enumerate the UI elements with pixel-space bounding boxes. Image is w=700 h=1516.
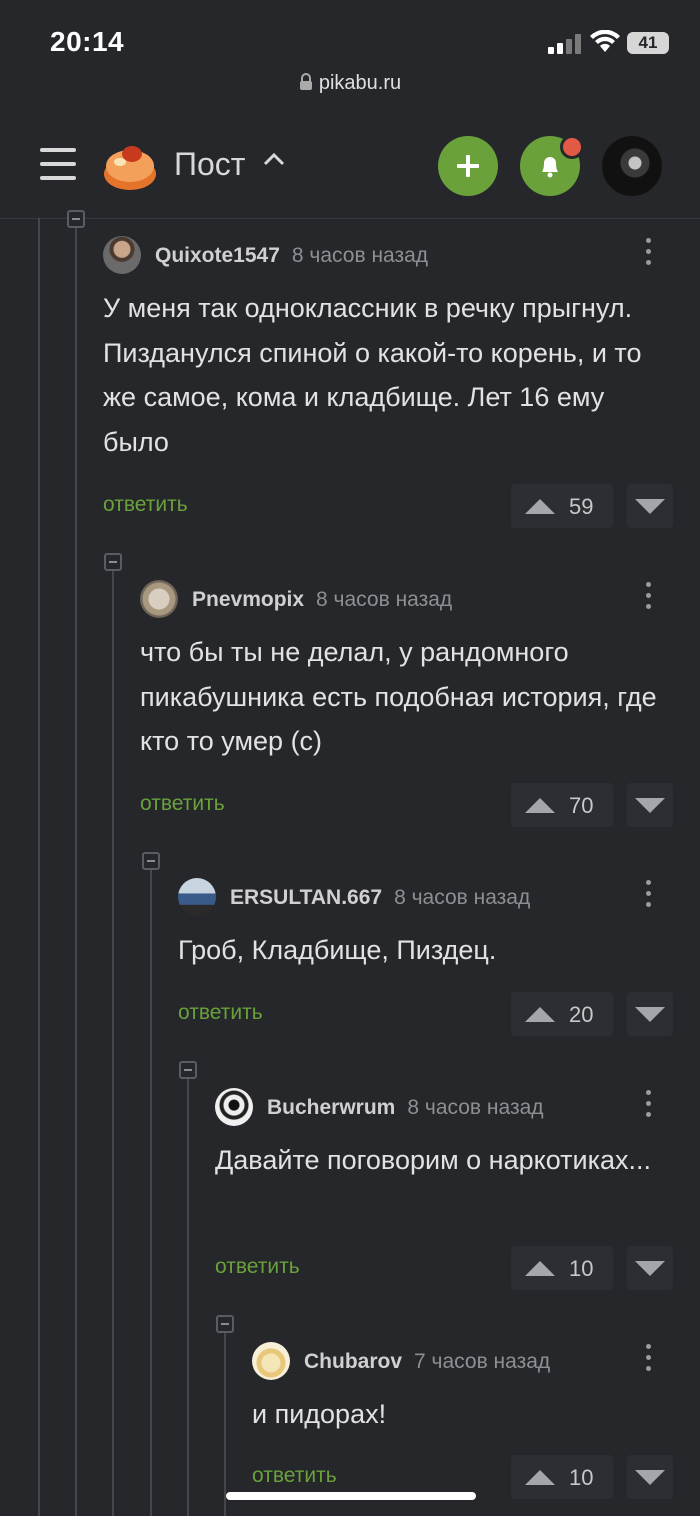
collapse-toggle[interactable] <box>104 553 122 571</box>
arrow-up-icon <box>525 1261 555 1276</box>
plus-icon <box>457 155 479 177</box>
comment: Bucherwrum 8 часов назад Давайте поговори… <box>215 1088 675 1183</box>
upvote-button[interactable]: 20 <box>511 992 613 1036</box>
reply-link[interactable]: ответить <box>252 1464 337 1488</box>
comment-time[interactable]: 8 часов назад <box>292 244 428 267</box>
comment-text: Давайте поговорим о наркотиках... <box>215 1145 652 1175</box>
upvote-button[interactable]: 10 <box>511 1455 613 1499</box>
reply-link[interactable]: ответить <box>178 1001 263 1025</box>
cellular-signal-icon <box>548 34 581 54</box>
comment-rating: 10 <box>569 1465 594 1490</box>
status-bar: 20:14 41 <box>0 0 700 70</box>
reply-link[interactable]: ответить <box>140 792 225 816</box>
downvote-button[interactable] <box>627 484 673 528</box>
arrow-up-icon <box>525 1007 555 1022</box>
comment-rating: 20 <box>569 1002 594 1027</box>
arrow-up-icon <box>525 1470 555 1485</box>
comment-rating: 70 <box>569 793 594 818</box>
comment-text: Гроб, Кладбище, Пиздец. <box>178 935 497 965</box>
comment: Pnevmopix 8 часов назад что бы ты не дела… <box>140 580 675 764</box>
comment-text: что бы ты не делал, у рандомного пикабуш… <box>140 637 657 756</box>
arrow-up-icon <box>525 499 555 514</box>
commenter-avatar[interactable] <box>252 1342 290 1380</box>
commenter-avatar[interactable] <box>178 878 216 916</box>
reply-link[interactable]: ответить <box>215 1255 300 1279</box>
wifi-icon <box>590 30 620 52</box>
comment-actions: ответить 10 <box>215 1246 673 1290</box>
thread-line[interactable] <box>112 570 114 1516</box>
thread-line[interactable] <box>75 218 77 1516</box>
upvote-button[interactable]: 10 <box>511 1246 613 1290</box>
comment-time[interactable]: 8 часов назад <box>316 588 452 611</box>
more-options-icon[interactable] <box>646 880 654 913</box>
thread-line[interactable] <box>38 218 40 1516</box>
commenter-avatar[interactable] <box>140 580 178 618</box>
user-avatar[interactable] <box>602 136 662 196</box>
comment: Chubarov 7 часов назад и пидорах! <box>252 1342 675 1437</box>
arrow-down-icon <box>635 499 665 514</box>
thread-line[interactable] <box>150 868 152 1516</box>
app-header: Пост <box>0 118 700 219</box>
comment-text: и пидорах! <box>252 1399 387 1429</box>
comment: Quixote1547 8 часов назад У меня так одно… <box>103 236 675 464</box>
notifications-button[interactable] <box>520 135 584 196</box>
more-options-icon[interactable] <box>646 1344 654 1377</box>
chevron-up-icon[interactable] <box>263 152 285 166</box>
status-time: 20:14 <box>50 26 125 57</box>
comment-actions: ответить 20 <box>178 992 673 1036</box>
reply-link[interactable]: ответить <box>103 493 188 517</box>
commenter-avatar[interactable] <box>215 1088 253 1126</box>
comment-time[interactable]: 8 часов назад <box>394 886 530 909</box>
lock-icon <box>299 73 312 90</box>
downvote-button[interactable] <box>627 1246 673 1290</box>
comment-rating: 59 <box>569 494 594 519</box>
arrow-down-icon <box>635 1470 665 1485</box>
browser-url-bar[interactable]: pikabu.ru <box>0 72 700 95</box>
arrow-down-icon <box>635 1261 665 1276</box>
collapse-toggle[interactable] <box>67 210 85 228</box>
more-options-icon[interactable] <box>646 582 654 615</box>
comment-text: У меня так одноклассник в речку прыгнул.… <box>103 293 642 457</box>
more-options-icon[interactable] <box>646 1090 654 1123</box>
upvote-button[interactable]: 70 <box>511 783 613 827</box>
commenter-avatar[interactable] <box>103 236 141 274</box>
comment-username[interactable]: Bucherwrum <box>267 1096 395 1119</box>
notification-dot <box>560 135 584 159</box>
downvote-button[interactable] <box>627 1455 673 1499</box>
comment-time[interactable]: 7 часов назад <box>414 1350 550 1373</box>
comment-actions: ответить 59 <box>103 484 673 528</box>
comment-username[interactable]: ERSULTAN.667 <box>230 886 382 909</box>
arrow-down-icon <box>635 798 665 813</box>
pikabu-logo-icon[interactable] <box>102 140 158 192</box>
upvote-button[interactable]: 59 <box>511 484 613 528</box>
comment-rating: 10 <box>569 1256 594 1281</box>
more-options-icon[interactable] <box>646 238 654 271</box>
url-text: pikabu.ru <box>318 72 402 94</box>
arrow-up-icon <box>525 798 555 813</box>
collapse-toggle[interactable] <box>216 1315 234 1333</box>
thread-line[interactable] <box>224 1332 226 1516</box>
comment-username[interactable]: Quixote1547 <box>155 244 280 267</box>
page-title[interactable]: Пост <box>174 146 245 183</box>
home-indicator[interactable] <box>226 1492 476 1500</box>
comment-username[interactable]: Pnevmopix <box>192 588 304 611</box>
downvote-button[interactable] <box>627 783 673 827</box>
collapse-toggle[interactable] <box>179 1061 197 1079</box>
downvote-button[interactable] <box>627 992 673 1036</box>
thread-line[interactable] <box>187 1078 189 1516</box>
battery-indicator: 41 <box>627 32 669 54</box>
comment: ERSULTAN.667 8 часов назад Гроб, Кладбище… <box>178 878 675 973</box>
comment-actions: ответить 70 <box>140 783 673 827</box>
menu-icon[interactable] <box>40 148 76 182</box>
add-post-button[interactable] <box>438 136 498 196</box>
comment-time[interactable]: 8 часов назад <box>407 1096 543 1119</box>
collapse-toggle[interactable] <box>142 852 160 870</box>
comment-username[interactable]: Chubarov <box>304 1350 402 1373</box>
arrow-down-icon <box>635 1007 665 1022</box>
